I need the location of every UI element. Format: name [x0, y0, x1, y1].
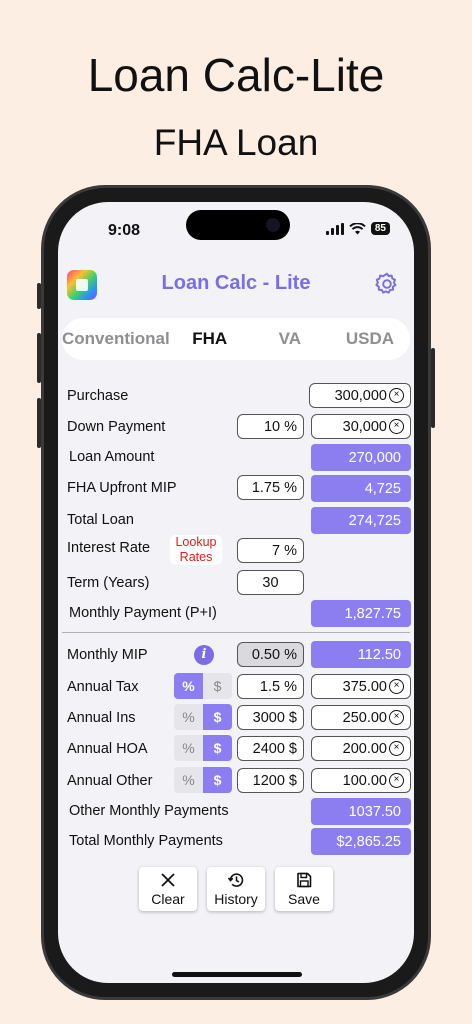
- tab-usda[interactable]: USDA: [330, 329, 410, 349]
- monthly-payment-label: Monthly Payment (P+I): [69, 605, 217, 621]
- total-loan-output: 274,725: [311, 507, 411, 534]
- annual-tax-percent-option[interactable]: %: [174, 673, 203, 699]
- clear-annual-tax-icon[interactable]: ×: [389, 679, 404, 694]
- monthly-payment-output: 1,827.75: [311, 600, 411, 627]
- annual-hoa-monthly-field[interactable]: 200.00 ×: [311, 736, 411, 761]
- annual-tax-value: 375.00: [342, 678, 387, 695]
- annual-hoa-input[interactable]: 2400 $: [237, 736, 304, 761]
- fha-upfront-mip-output: 4,725: [311, 475, 411, 502]
- annual-other-value: 100.00: [342, 772, 387, 789]
- lookup-line-1: Lookup: [175, 535, 217, 549]
- tab-fha[interactable]: FHA: [170, 329, 250, 349]
- monthly-mip-percent-input[interactable]: 0.50 %: [237, 642, 304, 667]
- annual-tax-monthly-field[interactable]: 375.00 ×: [311, 674, 411, 699]
- volume-down-button: [37, 398, 41, 448]
- annual-other-monthly-field[interactable]: 100.00 ×: [311, 768, 411, 793]
- status-icons: 85: [325, 222, 390, 235]
- annual-ins-monthly-field[interactable]: 250.00 ×: [311, 705, 411, 730]
- tab-va[interactable]: VA: [250, 329, 330, 349]
- total-loan-label: Total Loan: [67, 512, 134, 528]
- promo-subtitle: FHA Loan: [153, 122, 319, 163]
- clear-annual-other-icon[interactable]: ×: [389, 773, 404, 788]
- other-monthly-payments-output: 1037.50: [311, 798, 411, 825]
- annual-ins-label: Annual Ins: [67, 710, 136, 726]
- lookup-line-2: Rates: [179, 550, 213, 564]
- clear-button[interactable]: Clear: [139, 867, 197, 911]
- annual-ins-value: 250.00: [342, 709, 387, 726]
- mute-switch: [37, 283, 41, 309]
- promo-title: Loan Calc-Lite: [87, 49, 385, 101]
- interest-rate-input[interactable]: 7 %: [237, 538, 304, 563]
- annual-ins-dollar-option[interactable]: $: [203, 704, 232, 730]
- loan-type-tabs: Conventional FHA VA USDA: [62, 318, 410, 360]
- signal-icon: [325, 222, 344, 235]
- status-time: 9:08: [108, 222, 141, 239]
- info-icon[interactable]: i: [194, 645, 214, 665]
- annual-tax-unit-toggle: % $: [174, 673, 232, 699]
- annual-other-dollar-option[interactable]: $: [203, 767, 232, 793]
- annual-other-label: Annual Other: [67, 773, 153, 789]
- interest-rate-label: Interest Rate: [67, 540, 151, 556]
- clear-button-label: Clear: [151, 891, 185, 907]
- annual-hoa-unit-toggle: % $: [174, 735, 232, 761]
- gear-icon[interactable]: [374, 271, 400, 297]
- dynamic-island: [186, 210, 290, 240]
- power-button: [431, 348, 435, 428]
- annual-hoa-percent-option[interactable]: %: [174, 735, 203, 761]
- annual-tax-input[interactable]: 1.5 %: [237, 674, 304, 699]
- down-payment-value: 30,000: [342, 418, 387, 435]
- annual-other-unit-toggle: % $: [174, 767, 232, 793]
- save-icon: [297, 872, 312, 888]
- annual-hoa-dollar-option[interactable]: $: [203, 735, 232, 761]
- save-button[interactable]: Save: [275, 867, 333, 911]
- action-bar: Clear History Save: [58, 867, 414, 911]
- annual-hoa-label: Annual HOA: [67, 741, 148, 757]
- total-monthly-payments-output: $2,865.25: [311, 828, 411, 855]
- purchase-value: 300,000: [334, 387, 387, 404]
- clear-annual-hoa-icon[interactable]: ×: [389, 741, 404, 756]
- annual-ins-input[interactable]: 3000 $: [237, 705, 304, 730]
- down-payment-amount-input[interactable]: 30,000 ×: [311, 414, 411, 439]
- app-header: Loan Calc - Lite: [58, 264, 414, 314]
- loan-amount-output: 270,000: [311, 444, 411, 471]
- clear-down-payment-icon[interactable]: ×: [389, 419, 404, 434]
- down-payment-label: Down Payment: [67, 419, 166, 435]
- phone-screen: 9:08 85 Loan Calc - Lite Conventional FH…: [58, 202, 414, 983]
- clear-purchase-icon[interactable]: ×: [389, 388, 404, 403]
- annual-ins-percent-option[interactable]: %: [174, 704, 203, 730]
- history-icon: [227, 873, 244, 887]
- phone-frame: 9:08 85 Loan Calc - Lite Conventional FH…: [37, 185, 435, 1000]
- annual-tax-dollar-option[interactable]: $: [203, 673, 232, 699]
- history-button-label: History: [214, 891, 258, 907]
- total-monthly-payments-label: Total Monthly Payments: [69, 833, 223, 849]
- close-icon: [161, 873, 175, 887]
- purchase-input[interactable]: 300,000 ×: [309, 383, 411, 408]
- term-years-input[interactable]: 30: [237, 570, 304, 595]
- lookup-rates-button[interactable]: Lookup Rates: [170, 535, 222, 565]
- history-button[interactable]: History: [207, 867, 265, 911]
- battery-icon: 85: [370, 222, 390, 235]
- app-title: Loan Calc - Lite: [161, 272, 311, 294]
- annual-hoa-value: 200.00: [342, 740, 387, 757]
- other-monthly-payments-label: Other Monthly Payments: [69, 803, 229, 819]
- annual-tax-label: Annual Tax: [67, 679, 139, 695]
- down-payment-percent-input[interactable]: 10 %: [237, 414, 304, 439]
- monthly-mip-label: Monthly MIP: [67, 647, 148, 663]
- clear-annual-ins-icon[interactable]: ×: [389, 710, 404, 725]
- annual-other-input[interactable]: 1200 $: [237, 768, 304, 793]
- save-button-label: Save: [288, 891, 320, 907]
- fha-upfront-mip-label: FHA Upfront MIP: [67, 480, 177, 496]
- wifi-icon: [349, 222, 366, 234]
- section-divider: [62, 632, 410, 633]
- tab-conventional[interactable]: Conventional: [62, 329, 170, 349]
- annual-other-percent-option[interactable]: %: [174, 767, 203, 793]
- volume-up-button: [37, 333, 41, 383]
- annual-ins-unit-toggle: % $: [174, 704, 232, 730]
- home-indicator: [172, 972, 302, 977]
- purchase-label: Purchase: [67, 388, 129, 404]
- term-years-label: Term (Years): [67, 575, 150, 591]
- monthly-mip-output: 112.50: [311, 641, 411, 668]
- fha-upfront-mip-percent-input[interactable]: 1.75 %: [237, 475, 304, 500]
- loan-amount-label: Loan Amount: [69, 449, 155, 465]
